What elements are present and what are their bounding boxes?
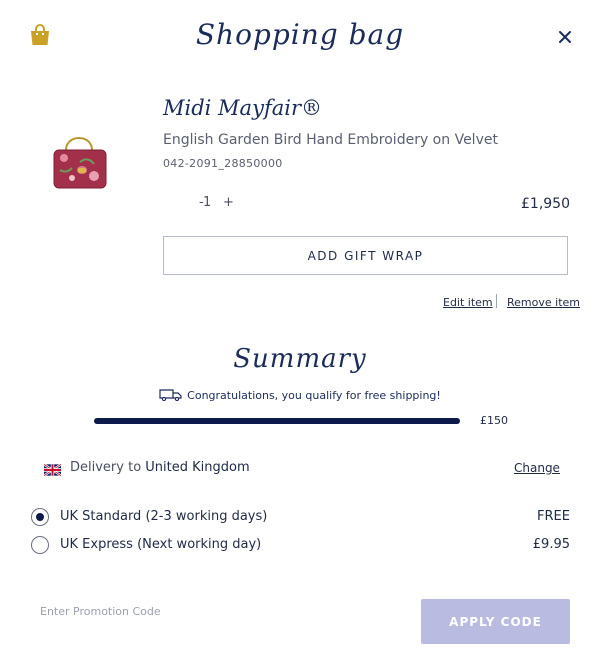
- remove-item-link[interactable]: Remove item: [507, 296, 580, 309]
- shipping-option-standard-price: FREE: [537, 509, 570, 524]
- apply-code-button[interactable]: APPLY CODE: [421, 599, 570, 644]
- uk-flag-icon: [43, 461, 62, 477]
- truck-icon: [159, 388, 183, 404]
- quantity-value: 1: [203, 195, 212, 210]
- shipping-option-express-radio[interactable]: [31, 536, 49, 554]
- item-price: £1,950: [521, 196, 570, 212]
- free-shipping-message: Congratulations, you qualify for free sh…: [0, 388, 600, 404]
- add-gift-wrap-button[interactable]: ADD GIFT WRAP: [163, 236, 568, 275]
- free-shipping-progress-fill: [94, 418, 460, 424]
- gift-wrap-label: ADD GIFT WRAP: [307, 248, 424, 263]
- promo-code-input[interactable]: [40, 600, 340, 622]
- product-image[interactable]: [50, 128, 112, 192]
- free-shipping-threshold: £150: [480, 414, 508, 427]
- product-description: English Garden Bird Hand Embroidery on V…: [163, 132, 498, 148]
- page-title: Shopping bag: [195, 18, 405, 51]
- change-delivery-link[interactable]: Change: [514, 461, 560, 475]
- summary-title: Summary: [233, 344, 367, 374]
- free-shipping-text: Congratulations, you qualify for free sh…: [187, 389, 441, 402]
- shipping-option-express-label[interactable]: UK Express (Next working day): [60, 537, 261, 552]
- product-sku: 042-2091_28850000: [163, 157, 283, 170]
- close-icon[interactable]: [556, 28, 574, 46]
- shipping-option-express-price: £9.95: [532, 537, 570, 552]
- apply-code-label: APPLY CODE: [449, 614, 542, 629]
- edit-item-link[interactable]: Edit item: [443, 296, 493, 309]
- product-name[interactable]: Midi Mayfair®: [163, 96, 322, 120]
- delivery-country: United Kingdom: [145, 460, 250, 475]
- delivery-destination: Delivery to United Kingdom: [70, 460, 250, 475]
- delivery-prefix: Delivery to: [70, 460, 142, 475]
- shipping-option-standard-label[interactable]: UK Standard (2-3 working days): [60, 509, 267, 524]
- shipping-option-standard-radio[interactable]: [31, 508, 49, 526]
- quantity-increment-button[interactable]: +: [223, 195, 234, 210]
- link-divider: [496, 294, 497, 308]
